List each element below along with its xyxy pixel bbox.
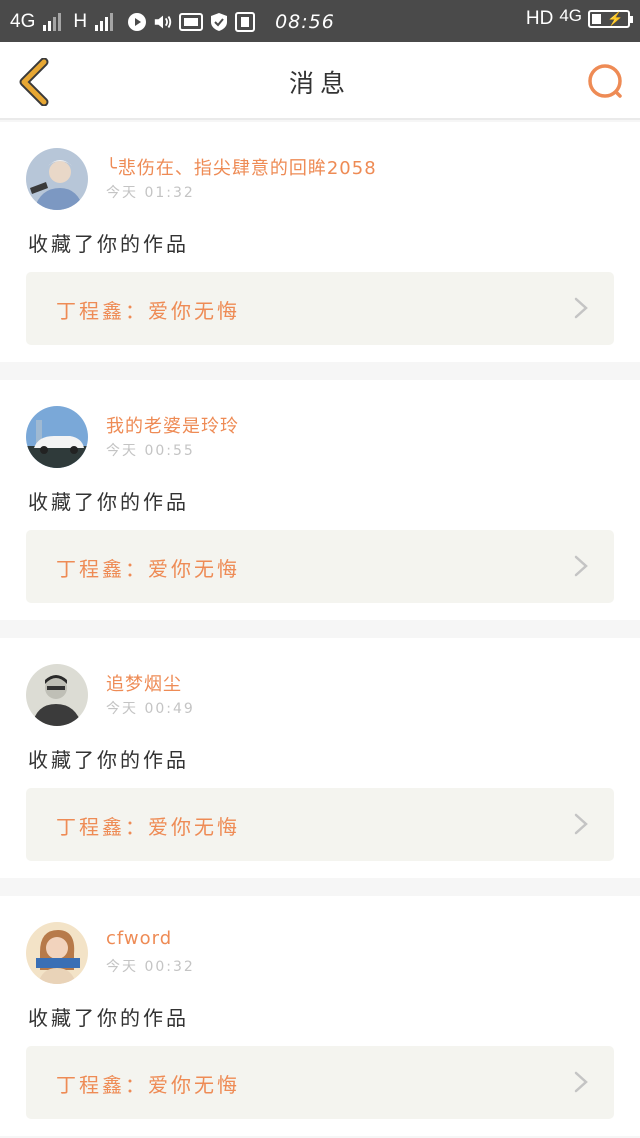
shield-icon [209,12,229,32]
avatar[interactable] [26,922,88,984]
notification-card: ╰悲伤在、指尖肆意的回眸2058 今天 01:32 收藏了你的作品 丁程鑫：爱你… [0,122,640,362]
signal-icon-2 [95,13,114,31]
username[interactable]: 追梦烟尘 [106,670,182,696]
volume-icon [153,12,173,32]
timestamp: 今天 00:49 [106,701,195,717]
action-text: 收藏了你的作品 [28,490,189,514]
action-text: 收藏了你的作品 [28,1006,189,1030]
work-title: 丁程鑫：爱你无悔 [56,815,240,839]
clock: 08:56 [275,11,335,33]
work-title: 丁程鑫：爱你无悔 [56,1073,240,1097]
chevron-right-icon [574,555,588,577]
play-icon [127,12,147,32]
avatar[interactable] [26,664,88,726]
timestamp: 今天 00:55 [106,443,195,459]
iqiyi-icon [179,12,204,32]
timestamp: 今天 00:32 [106,959,195,975]
notification-card: cfword 今天 00:32 收藏了你的作品 丁程鑫：爱你无悔 [0,896,640,1136]
avatar[interactable] [26,148,88,210]
avatar[interactable] [26,406,88,468]
notification-card: 我的老婆是玲玲 今天 00:55 收藏了你的作品 丁程鑫：爱你无悔 [0,380,640,620]
work-link[interactable]: 丁程鑫：爱你无悔 [26,1046,614,1119]
chevron-right-icon [574,1071,588,1093]
hd-label: HD [525,8,554,29]
work-link[interactable]: 丁程鑫：爱你无悔 [26,788,614,861]
action-text: 收藏了你的作品 [28,232,189,256]
username[interactable]: cfword [106,928,172,949]
battery-icon: ⚡ [588,10,633,28]
nav-bar: 消息 [0,42,640,120]
signal-icon [43,13,62,31]
chevron-right-icon [574,813,588,835]
search-icon [588,64,622,98]
work-link[interactable]: 丁程鑫：爱你无悔 [26,272,614,345]
s-app-icon [235,12,256,32]
status-right: HD 4G ⚡ [525,6,633,30]
network-type-right: 4G [559,6,582,25]
notification-card: 追梦烟尘 今天 00:49 收藏了你的作品 丁程鑫：爱你无悔 [0,638,640,878]
work-link[interactable]: 丁程鑫：爱你无悔 [26,530,614,603]
action-text: 收藏了你的作品 [28,748,189,772]
work-title: 丁程鑫：爱你无悔 [56,557,240,581]
work-title: 丁程鑫：爱你无悔 [56,299,240,323]
username[interactable]: 我的老婆是玲玲 [106,412,239,438]
network-type-1: 4G [10,11,36,32]
status-left: 4G H 08:56 [10,10,335,34]
network-type-2: H [73,11,88,32]
page-title: 消息 [288,69,351,98]
search-button[interactable] [586,62,624,100]
chevron-right-icon [574,297,588,319]
status-bar: 4G H 08:56 HD 4G ⚡ [0,0,640,42]
timestamp: 今天 01:32 [106,185,195,201]
username[interactable]: ╰悲伤在、指尖肆意的回眸2058 [106,154,377,180]
